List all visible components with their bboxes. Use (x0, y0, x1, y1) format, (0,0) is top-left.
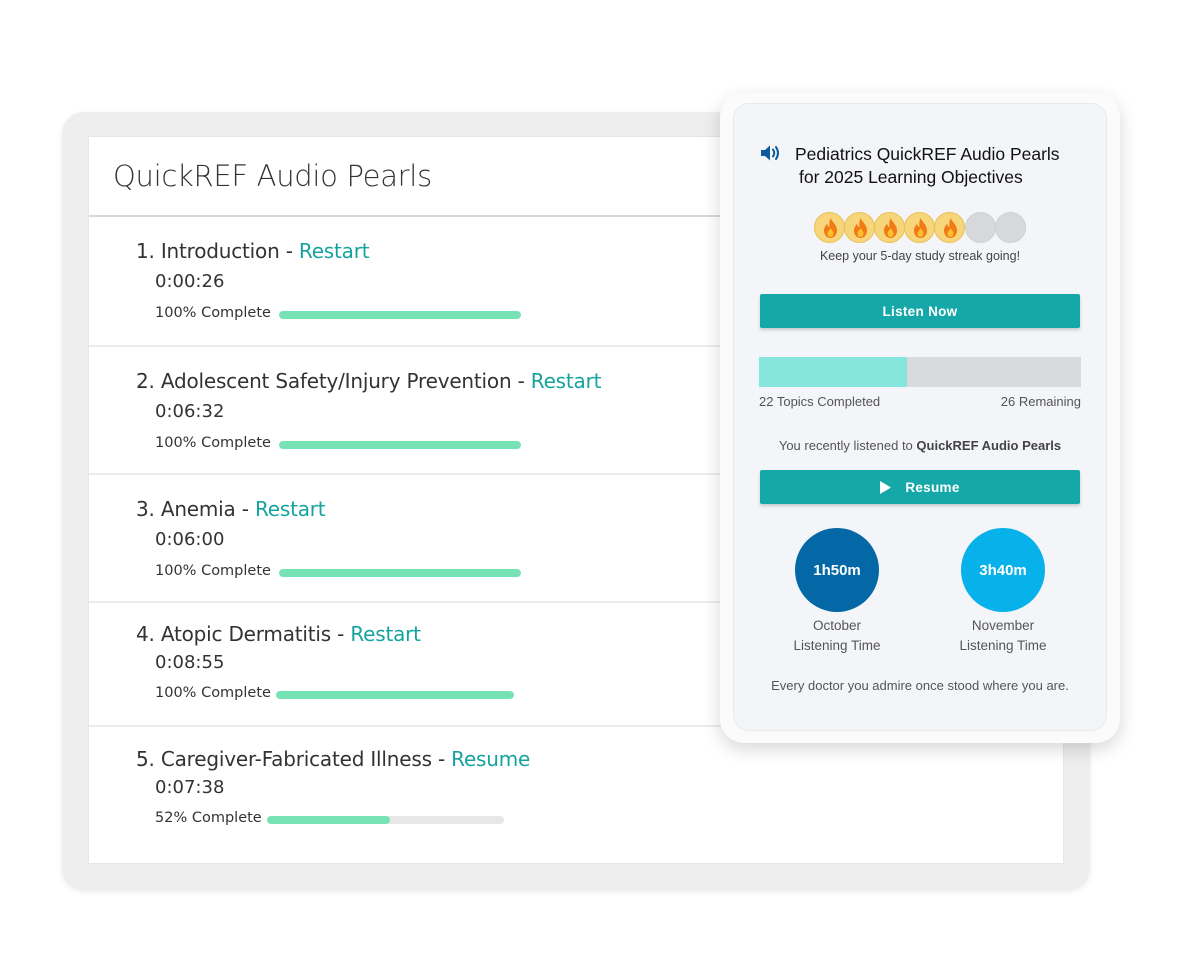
flame-icon (874, 212, 905, 243)
widget-title: Pediatrics QuickREF Audio Pearls for 202… (795, 143, 1095, 189)
topic-progress-fill (279, 311, 521, 319)
topic-heading: 3. Anemia - Restart (136, 497, 326, 521)
topic-separator: - (279, 239, 299, 263)
streak-message: Keep your 5-day study streak going! (819, 249, 1021, 263)
topic-title: 3. Anemia (136, 497, 236, 521)
topic-percent-label: 100% Complete (155, 305, 271, 321)
restart-link[interactable]: Restart (255, 497, 326, 521)
topics-progress-bar (759, 357, 1081, 387)
topic-separator: - (331, 622, 351, 646)
recent-title: QuickREF Audio Pearls (916, 438, 1062, 453)
widget-title-line1: Pediatrics QuickREF Audio Pearls (795, 144, 1060, 164)
flame-icon (814, 212, 845, 243)
topic-title: 4. Atopic Dermatitis (136, 622, 331, 646)
topics-progress-fill (759, 357, 907, 387)
streak-empty-day (965, 212, 996, 243)
flame-icon (904, 212, 935, 243)
topic-percent-label: 100% Complete (155, 563, 271, 579)
topics-remaining-label: 26 Remaining (1000, 394, 1081, 409)
topic-progress-fill (279, 441, 521, 449)
stat-caption: Listening Time (959, 638, 1047, 653)
resume-link[interactable]: Resume (451, 747, 530, 771)
topic-duration: 0:00:26 (155, 271, 225, 292)
october-caption: October Listening Time (767, 616, 907, 656)
resume-button-label: Resume (905, 479, 960, 495)
topic-progress-fill (279, 569, 521, 577)
widget-title-line2: for 2025 Learning Objectives (799, 167, 1023, 187)
restart-link[interactable]: Restart (350, 622, 421, 646)
topic-heading: 4. Atopic Dermatitis - Restart (136, 622, 421, 646)
topic-progress-bar (279, 311, 521, 319)
topic-progress-fill (267, 816, 391, 824)
flame-icon (934, 212, 965, 243)
topic-percent-label: 100% Complete (155, 685, 271, 701)
recent-prefix: You recently listened to (778, 438, 917, 453)
topic-progress-bar (267, 816, 504, 824)
topic-separator: - (511, 369, 531, 393)
listen-now-button[interactable]: Listen Now (760, 294, 1080, 328)
topic-title: 5. Caregiver-Fabricated Illness (136, 747, 432, 771)
topic-heading: 2. Adolescent Safety/Injury Prevention -… (136, 369, 601, 393)
november-listening-time-badge: 3h40m (961, 528, 1045, 612)
recent-listen-text: You recently listened to QuickREF Audio … (760, 438, 1080, 453)
topic-title: 1. Introduction (136, 239, 280, 263)
stat-month: November (971, 618, 1035, 633)
october-listening-time-badge: 1h50m (795, 528, 879, 612)
topic-duration: 0:06:00 (155, 529, 225, 550)
list-item: 5. Caregiver-Fabricated Illness - Resume… (89, 727, 1063, 863)
flame-icon (844, 212, 875, 243)
restart-link[interactable]: Restart (531, 369, 602, 393)
topic-duration: 0:06:32 (155, 401, 225, 422)
restart-link[interactable]: Restart (299, 239, 370, 263)
speaker-icon (761, 145, 779, 161)
topic-separator: - (431, 747, 452, 771)
topic-separator: - (235, 497, 255, 521)
topic-duration: 0:07:38 (155, 777, 225, 798)
topic-percent-label: 100% Complete (155, 435, 271, 451)
topic-progress-bar (276, 691, 514, 699)
topic-progress-bar (279, 441, 521, 449)
study-streak (814, 212, 1028, 244)
topic-progress-fill (276, 691, 514, 699)
stat-caption: Listening Time (793, 638, 881, 653)
topic-title: 2. Adolescent Safety/Injury Prevention (136, 369, 512, 393)
streak-empty-day (995, 212, 1026, 243)
topic-progress-bar (279, 569, 521, 577)
play-icon (880, 480, 892, 494)
resume-button[interactable]: Resume (760, 470, 1080, 504)
topic-duration: 0:08:55 (155, 652, 225, 673)
topics-completed-label: 22 Topics Completed (759, 394, 881, 409)
topic-heading: 5. Caregiver-Fabricated Illness - Resume (136, 747, 530, 771)
stat-month: October (812, 618, 862, 633)
topic-heading: 1. Introduction - Restart (136, 239, 370, 263)
motivational-quote: Every doctor you admire once stood where… (771, 678, 1069, 693)
november-caption: November Listening Time (933, 616, 1073, 656)
topic-percent-label: 52% Complete (155, 810, 262, 826)
